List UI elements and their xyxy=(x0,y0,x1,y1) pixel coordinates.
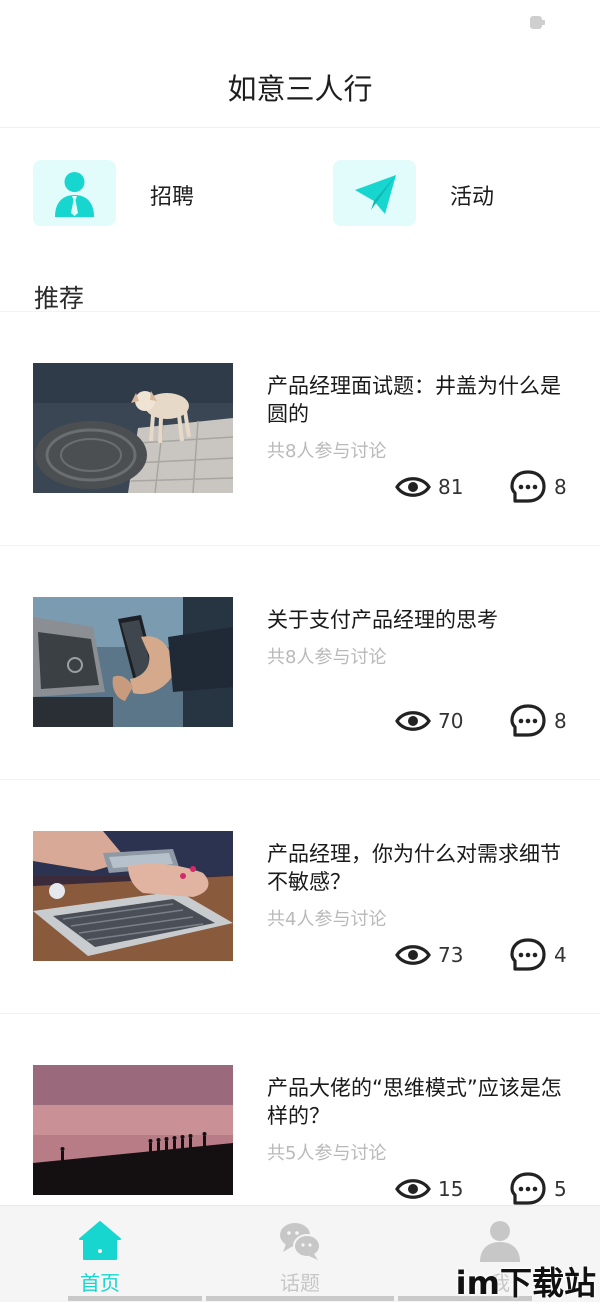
participant-count: 共8人参与讨论 xyxy=(267,441,387,462)
comment-bubble-icon xyxy=(510,704,546,737)
home-icon xyxy=(79,1221,121,1260)
user-icon xyxy=(480,1221,520,1262)
shortcut-events[interactable]: 活动 xyxy=(333,160,573,228)
tab-label: 首页 xyxy=(80,1271,120,1295)
tab-label: 话题 xyxy=(280,1271,320,1295)
article-title: 产品经理面试题：井盖为什么是圆的 xyxy=(267,374,561,426)
article-title: 产品大佬的“思维模式”应该是怎样的？ xyxy=(267,1076,562,1128)
participant-count: 共8人参与讨论 xyxy=(267,647,387,668)
phone-payment-terminal-photo xyxy=(33,597,233,727)
view-count-value: 81 xyxy=(438,475,464,499)
view-count: 81 xyxy=(395,469,465,505)
shortcut-tile xyxy=(33,160,116,226)
article-thumbnail xyxy=(33,1065,233,1195)
shortcut-tile xyxy=(333,160,416,226)
comment-bubble-icon xyxy=(510,938,546,971)
title-bar: 如意三人行 xyxy=(0,50,600,128)
watermark: im下载站 xyxy=(455,1264,596,1302)
article-title: 关于支付产品经理的思考 xyxy=(267,608,498,632)
eye-icon xyxy=(395,1179,431,1199)
article-card[interactable]: 关于支付产品经理的思考 共8人参与讨论 70 8 xyxy=(0,546,600,780)
comment-count[interactable]: 5 xyxy=(510,1171,570,1207)
view-count: 70 xyxy=(395,703,465,739)
comment-bubble-icon xyxy=(510,470,546,503)
eye-icon xyxy=(395,477,431,497)
comment-bubble-icon xyxy=(510,1172,546,1205)
shortcut-label: 活动 xyxy=(450,185,495,210)
comment-count[interactable]: 8 xyxy=(510,469,570,505)
article-thumbnail xyxy=(33,597,233,727)
section-title-recommended: 推荐 xyxy=(34,284,85,313)
comment-count[interactable]: 8 xyxy=(510,703,570,739)
dog-on-manhole-photo xyxy=(33,363,233,493)
silhouettes-sunset-photo xyxy=(33,1065,233,1195)
eye-icon xyxy=(395,945,431,965)
article-title: 产品经理，你为什么对需求细节不敏感？ xyxy=(267,842,561,894)
eye-icon xyxy=(395,711,431,731)
view-count-value: 70 xyxy=(438,709,464,733)
article-card[interactable]: 产品经理，你为什么对需求细节不敏感？ 共4人参与讨论 73 4 xyxy=(0,780,600,1014)
page-title: 如意三人行 xyxy=(227,72,373,106)
comment-count-value: 8 xyxy=(554,709,567,733)
tab-topics[interactable]: 话题 xyxy=(200,1206,400,1302)
home-indicator xyxy=(68,1296,202,1301)
view-count: 15 xyxy=(395,1171,465,1207)
home-indicator xyxy=(206,1296,394,1301)
comment-count-value: 5 xyxy=(554,1177,567,1201)
view-count: 73 xyxy=(395,937,465,973)
status-bar xyxy=(0,0,600,50)
shortcut-label: 招聘 xyxy=(150,185,195,210)
view-count-value: 73 xyxy=(438,943,464,967)
participant-count: 共5人参与讨论 xyxy=(267,1143,387,1164)
phone-over-laptop-photo xyxy=(33,831,233,961)
comment-count-value: 8 xyxy=(554,475,567,499)
participant-count: 共4人参与讨论 xyxy=(267,909,387,930)
article-card[interactable]: 产品经理面试题：井盖为什么是圆的 共8人参与讨论 81 8 xyxy=(0,312,600,546)
shortcut-recruitment[interactable]: 招聘 xyxy=(33,160,273,228)
view-count-value: 15 xyxy=(438,1177,464,1201)
comment-count-value: 4 xyxy=(554,943,567,967)
person-tie-icon xyxy=(55,172,94,217)
article-thumbnail xyxy=(33,831,233,961)
tab-home[interactable]: 首页 xyxy=(0,1206,200,1302)
chat-bubbles-icon xyxy=(280,1223,321,1260)
paper-plane-icon xyxy=(355,175,396,214)
comment-count[interactable]: 4 xyxy=(510,937,570,973)
battery-icon xyxy=(530,16,545,29)
article-thumbnail xyxy=(33,363,233,493)
